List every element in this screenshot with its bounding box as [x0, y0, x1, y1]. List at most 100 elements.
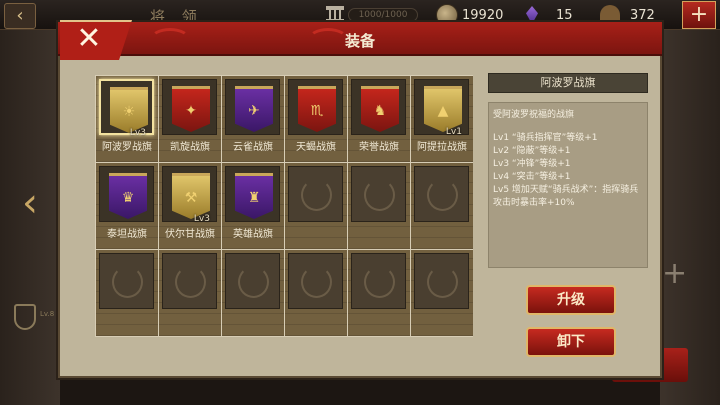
empty-slot — [411, 163, 473, 249]
laurel-icon — [427, 179, 458, 211]
panel-title: 装备 — [344, 32, 375, 50]
gem-count: 15 — [556, 8, 573, 23]
chevron-left-icon[interactable]: ‹ — [22, 180, 48, 226]
banner-level: Lv1 — [445, 127, 462, 137]
coin-count: 19920 — [462, 8, 504, 23]
banner-name: 英雄战旗 — [233, 229, 273, 240]
banner-name: 泰坦战旗 — [107, 229, 147, 240]
slot-frame: ♞ — [351, 79, 406, 135]
slot-frame — [225, 253, 280, 309]
laurel-icon — [301, 179, 332, 211]
chevron-left-icon: ‹ — [16, 5, 24, 26]
slot-frame — [414, 166, 469, 222]
slot-frame: ✈ — [225, 79, 280, 135]
banner-name: 荣誉战旗 — [359, 142, 399, 153]
banner-emblem-icon: ☀ — [122, 104, 136, 120]
detail-description: 受阿波罗祝福的战旗 — [493, 110, 575, 120]
laurel-icon — [364, 179, 395, 211]
slot-frame: ♛ — [99, 166, 154, 222]
laurel-icon — [301, 266, 332, 298]
empty-slot — [285, 163, 347, 249]
empty-slot — [285, 250, 347, 336]
banner-flag-icon: ✦ — [172, 86, 210, 132]
detail-box: 受阿波罗祝福的战旗 Lv1 “骑兵指挥官”等级+1 Lv2 “隐蔽”等级+1 L… — [488, 102, 648, 268]
banner-emblem-icon: ▲ — [437, 103, 449, 119]
slot-frame: ✦ — [162, 79, 217, 135]
detail-line: Lv3 “冲锋”等级+1 — [493, 159, 571, 169]
banner-flag-icon: ♜ — [235, 173, 273, 219]
laurel-icon — [427, 266, 458, 298]
slot-frame: ⚒ Lv3 — [162, 166, 217, 224]
banner-level: Lv3 — [129, 128, 146, 138]
slot-frame — [351, 166, 406, 222]
detail-line: Lv5 增加天赋“骑兵战术”：指挥骑兵攻击时暴击率+10% — [493, 185, 639, 208]
banner-slot[interactable]: ♞ 荣誉战旗 — [348, 76, 410, 162]
banner-name: 阿提拉战旗 — [417, 142, 467, 153]
banner-slot[interactable]: ☀ Lv3 阿波罗战旗 — [96, 76, 158, 162]
banner-name: 天蝎战旗 — [296, 142, 336, 153]
detail-line: Lv2 “隐蔽”等级+1 — [493, 146, 571, 156]
unequip-button[interactable]: 卸下 — [526, 327, 616, 357]
banner-name: 伏尔甘战旗 — [165, 229, 215, 240]
add-resource-button[interactable]: + — [682, 1, 716, 29]
banner-flag-icon: ☀ — [110, 87, 148, 133]
banner-flag-icon: ♏ — [298, 86, 336, 132]
banner-name: 云雀战旗 — [233, 142, 273, 153]
laurel-icon — [112, 266, 143, 298]
empty-slot — [96, 250, 158, 336]
banner-slot[interactable]: ♛ 泰坦战旗 — [96, 163, 158, 249]
slot-frame — [288, 253, 343, 309]
background-badge: Lv.8 — [40, 310, 55, 318]
banner-flag-icon: ✈ — [235, 86, 273, 132]
banner-slot[interactable]: ⚒ Lv3 伏尔甘战旗 — [159, 163, 221, 249]
back-button[interactable]: ‹ — [4, 3, 36, 29]
laurel-icon — [238, 266, 269, 298]
banner-emblem-icon: ♜ — [247, 190, 261, 206]
detail-title: 阿波罗战旗 — [488, 73, 648, 93]
banner-slot[interactable]: ✦ 凯旋战旗 — [159, 76, 221, 162]
banner-slot[interactable]: ♏ 天蝎战旗 — [285, 76, 347, 162]
laurel-icon — [175, 266, 206, 298]
banner-slot[interactable]: ♜ 英雄战旗 — [222, 163, 284, 249]
building-capacity-bar: 1000/1000 — [348, 8, 418, 22]
upgrade-button[interactable]: 升级 — [526, 285, 616, 315]
banner-flag-icon: ⚒ — [172, 173, 210, 219]
soldier-count: 372 — [630, 8, 655, 23]
slot-frame — [351, 253, 406, 309]
slot-frame: ☀ Lv3 — [99, 79, 154, 138]
banner-emblem-icon: ✦ — [185, 103, 197, 119]
plus-icon[interactable]: + — [662, 259, 687, 289]
banner-level: Lv3 — [193, 214, 210, 224]
banner-flag-icon: ♛ — [109, 173, 147, 219]
laurel-icon — [364, 266, 395, 298]
banner-emblem-icon: ♞ — [373, 103, 387, 119]
banner-emblem-icon: ⚒ — [184, 190, 198, 206]
slot-frame — [414, 253, 469, 309]
slot-frame — [162, 253, 217, 309]
empty-slot — [222, 250, 284, 336]
banner-flag-icon: ▲ — [424, 86, 462, 132]
slot-frame — [288, 166, 343, 222]
banner-grid: ☀ Lv3 阿波罗战旗 ✦ 凯旋战旗 ✈ 云雀战旗 ♏ 天蝎战旗 ♞ 荣誉战旗 ▲ Lv1 阿提拉战旗 ♛ 泰… — [95, 75, 473, 337]
empty-slot — [159, 250, 221, 336]
slot-frame — [99, 253, 154, 309]
slot-frame: ♏ — [288, 79, 343, 135]
shield-icon — [14, 304, 36, 330]
empty-slot — [348, 250, 410, 336]
detail-line: Lv1 “骑兵指挥官”等级+1 — [493, 133, 598, 143]
empty-slot — [411, 250, 473, 336]
banner-emblem-icon: ✈ — [248, 103, 260, 119]
banner-name: 凯旋战旗 — [170, 142, 210, 153]
empty-slot — [348, 163, 410, 249]
banner-name: 阿波罗战旗 — [102, 142, 152, 153]
banner-emblem-icon: ♛ — [121, 190, 135, 206]
banner-slot[interactable]: ▲ Lv1 阿提拉战旗 — [411, 76, 473, 162]
building-icon — [326, 6, 344, 22]
banner-emblem-icon: ♏ — [310, 103, 324, 119]
slot-frame: ♜ — [225, 166, 280, 222]
banner-slot[interactable]: ✈ 云雀战旗 — [222, 76, 284, 162]
slot-frame: ▲ Lv1 — [414, 79, 469, 137]
detail-line: Lv4 “突击”等级+1 — [493, 172, 571, 182]
close-icon[interactable]: ✕ — [74, 20, 104, 58]
banner-flag-icon: ♞ — [361, 86, 399, 132]
